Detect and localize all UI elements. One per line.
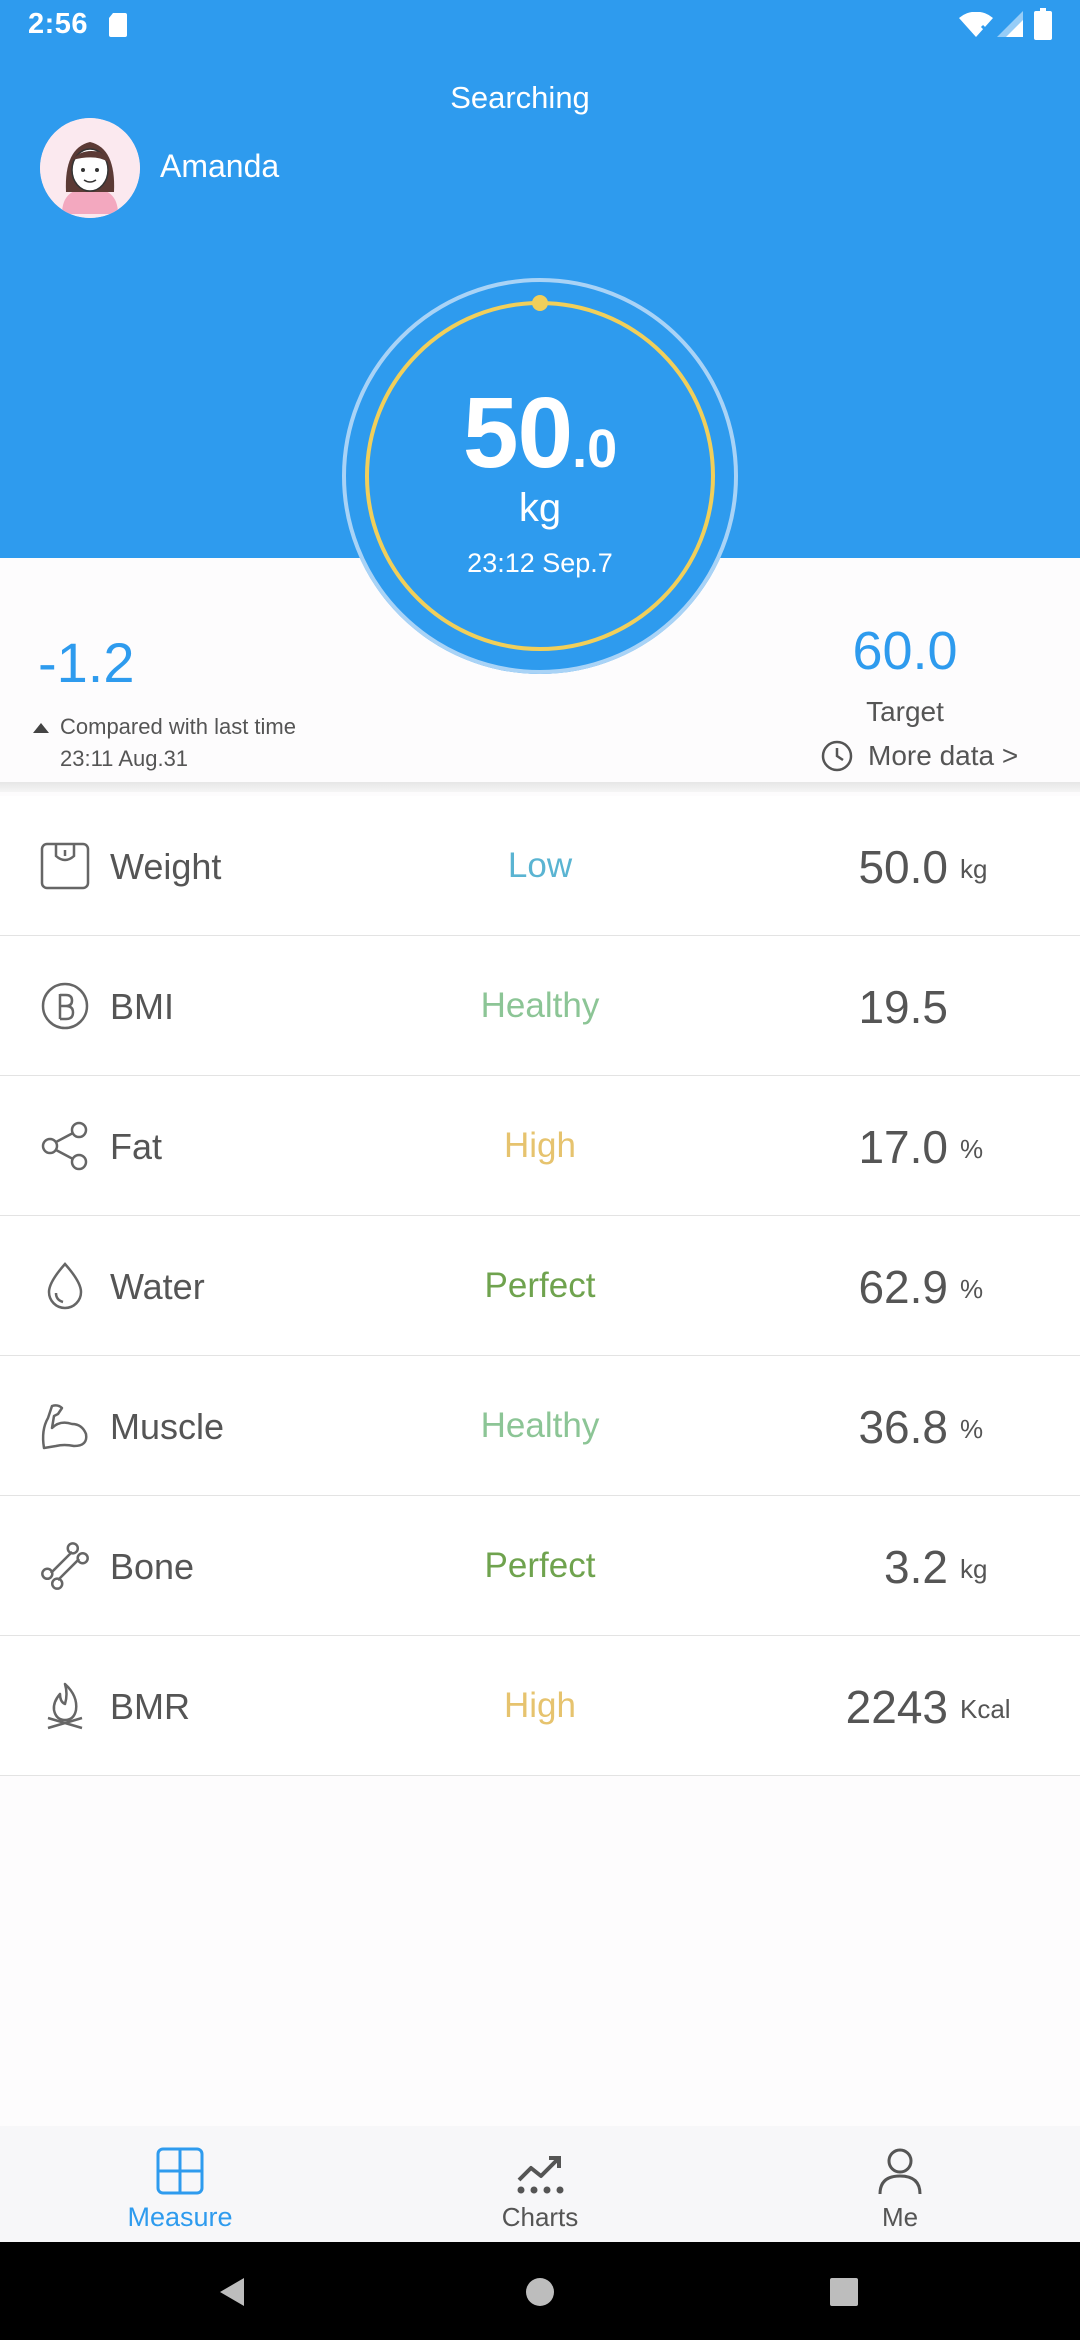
metric-row-bmi[interactable]: BMI Healthy 19.5	[0, 936, 1080, 1076]
metric-name: Bone	[110, 1546, 195, 1587]
metric-row-muscle[interactable]: Muscle Healthy 36.8 %	[0, 1356, 1080, 1496]
metric-name: Water	[110, 1266, 205, 1307]
more-data-label: More data >	[868, 740, 1019, 771]
metric-unit: %	[960, 1274, 984, 1304]
nav-charts-label: Charts	[501, 2202, 579, 2232]
nav-me-label: Me	[881, 2202, 919, 2232]
metric-value: 2243	[845, 1681, 948, 1733]
divider	[0, 782, 1080, 792]
weight-unit: kg	[518, 486, 562, 530]
metric-unit: Kcal	[960, 1694, 1011, 1724]
last-measurement-time: 23:11 Aug.31	[60, 746, 189, 771]
metric-name: BMI	[110, 986, 175, 1027]
weight-difference: -1.2	[38, 631, 135, 694]
status-bar: 2:56	[0, 0, 1080, 52]
bottom-navigation: Measure Charts Me	[0, 2126, 1080, 2242]
metric-status: High	[504, 1126, 576, 1165]
avatar-illustration	[40, 118, 140, 218]
clock-icon	[821, 740, 853, 772]
nav-measure-label: Measure	[127, 2202, 233, 2232]
flame-icon	[47, 1682, 83, 1730]
weight-decimal: .0	[572, 419, 618, 479]
metric-status: Healthy	[480, 1406, 600, 1445]
metric-row-fat[interactable]: Fat High 17.0 %	[0, 1076, 1080, 1216]
signal-icon	[997, 11, 1023, 37]
back-icon[interactable]	[212, 2272, 252, 2312]
metric-unit: kg	[960, 1554, 988, 1584]
metric-unit: %	[960, 1414, 984, 1444]
wifi-icon	[959, 12, 993, 37]
target-weight: 60.0	[852, 621, 958, 681]
metric-value: 19.5	[858, 981, 948, 1033]
water-drop-icon	[47, 1262, 83, 1310]
trend-chart-icon	[517, 2156, 564, 2194]
share-nodes-icon	[41, 1121, 88, 1171]
metric-status: Healthy	[480, 986, 600, 1025]
bone-icon	[41, 1542, 89, 1590]
sd-card-icon	[109, 13, 127, 37]
metric-value: 50.0	[858, 841, 948, 893]
gauge-indicator-dot	[532, 295, 548, 311]
muscle-icon	[41, 1404, 88, 1450]
target-label: Target	[866, 696, 944, 727]
weight-integer: 50	[462, 377, 573, 489]
metric-name: BMR	[110, 1686, 190, 1727]
metric-value: 62.9	[858, 1261, 948, 1313]
metric-unit: kg	[960, 854, 988, 884]
weight-value: 50.0	[340, 376, 740, 491]
person-icon	[878, 2148, 922, 2195]
battery-icon	[1034, 8, 1052, 40]
nav-measure[interactable]: Measure	[80, 2126, 280, 2242]
grid-icon	[156, 2147, 204, 2195]
bmi-icon	[41, 982, 89, 1030]
metric-row-weight[interactable]: Weight Low 50.0 kg	[0, 796, 1080, 936]
metric-row-bmr[interactable]: BMR High 2243 Kcal	[0, 1636, 1080, 1776]
recents-icon[interactable]	[824, 2272, 864, 2312]
metric-value: 17.0	[858, 1121, 948, 1173]
metric-status: High	[504, 1686, 576, 1725]
metric-value: 36.8	[858, 1401, 948, 1453]
metric-value: 3.2	[884, 1541, 948, 1593]
metric-name: Weight	[110, 846, 222, 887]
measurement-time: 23:12 Sep.7	[467, 548, 613, 578]
status-time: 2:56	[28, 8, 89, 40]
nav-me[interactable]: Me	[800, 2126, 1000, 2242]
more-data-link[interactable]: More data >	[820, 736, 1018, 776]
metrics-list: Weight Low 50.0 kg BMI Healthy 19.5 Fat …	[0, 796, 1080, 1776]
metric-status: Perfect	[484, 1266, 596, 1305]
metric-name: Muscle	[110, 1406, 225, 1447]
home-icon[interactable]	[520, 2272, 560, 2312]
scale-icon	[40, 842, 90, 890]
metric-status: Low	[507, 846, 573, 885]
system-navigation-bar	[0, 2242, 1080, 2340]
nav-charts[interactable]: Charts	[440, 2126, 640, 2242]
avatar[interactable]	[40, 118, 140, 218]
comparison-caption: Compared with last time	[60, 714, 296, 739]
metric-unit: %	[960, 1134, 984, 1164]
metric-status: Perfect	[484, 1546, 596, 1585]
metric-name: Fat	[110, 1126, 163, 1167]
user-name[interactable]: Amanda	[160, 148, 279, 185]
connection-status: Searching	[450, 80, 590, 115]
metric-row-bone[interactable]: Bone Perfect 3.2 kg	[0, 1496, 1080, 1636]
triangle-up-icon	[33, 723, 49, 733]
metric-row-water[interactable]: Water Perfect 62.9 %	[0, 1216, 1080, 1356]
